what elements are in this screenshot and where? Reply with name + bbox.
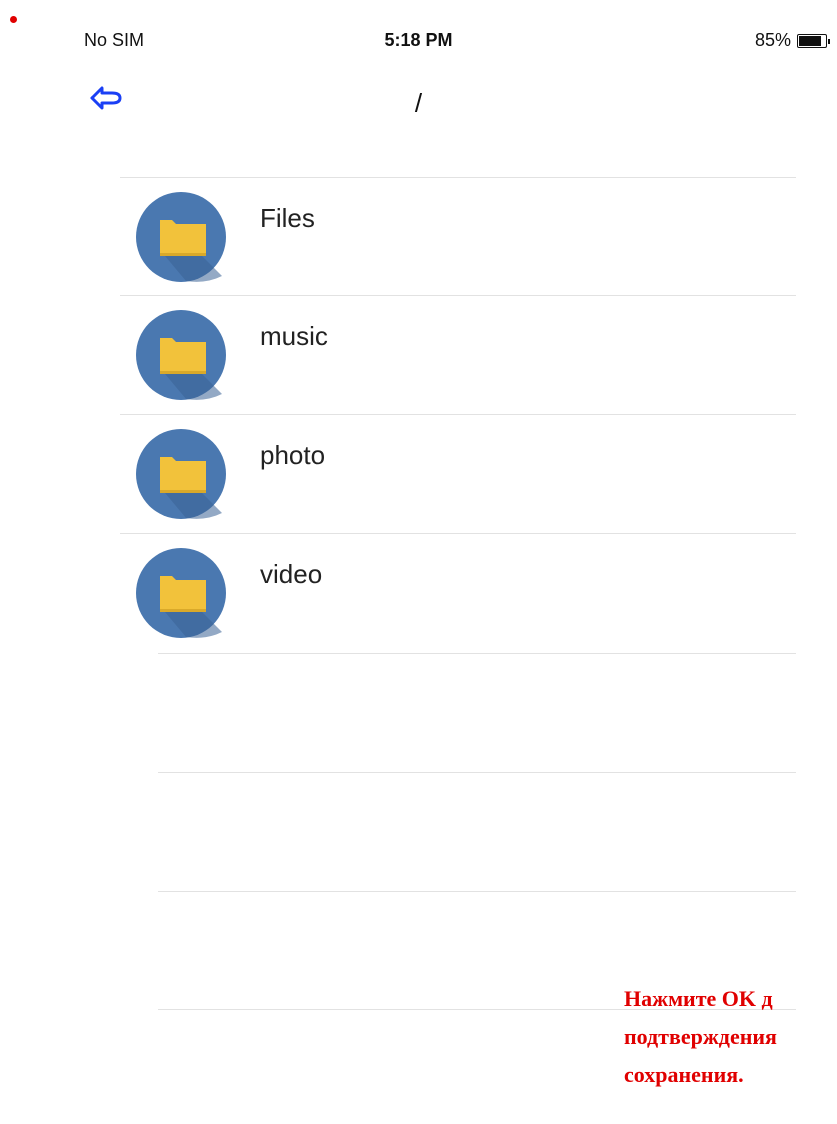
bullet-dot [10,16,17,23]
clock-label: 5:18 PM [384,30,453,50]
page-title: / [414,88,423,118]
folder-label: Files [260,203,315,233]
folder-icon [136,429,226,519]
folder-row-video[interactable]: video [120,533,796,651]
navigation-bar: / [0,70,837,130]
battery-indicator: 85% [754,30,830,51]
folder-icon [136,310,226,400]
folder-icon [136,548,226,638]
battery-tip [828,38,830,44]
folder-label: video [260,559,323,589]
folder-row-files[interactable]: Files [120,177,796,295]
battery-icon [797,33,830,48]
separator [158,772,796,773]
status-bar: No SIM 5:18 PM 85% [0,26,837,58]
separator [158,653,796,654]
folder-label: photo [260,440,326,470]
separator [158,891,796,892]
notice-line: сохранения. [624,1062,744,1087]
folder-label: music [260,321,328,351]
battery-percent-label: 85% [754,30,791,50]
folder-row-photo[interactable]: photo [120,414,796,532]
folder-row-music[interactable]: music [120,295,796,413]
notice-line: подтверждения [624,1024,777,1049]
folder-icon [136,192,226,282]
save-confirmation-notice: Нажмите OK д подтверждения сохранения. [624,980,837,1094]
battery-fill [799,35,822,46]
notice-line: Нажмите OK д [624,986,773,1011]
